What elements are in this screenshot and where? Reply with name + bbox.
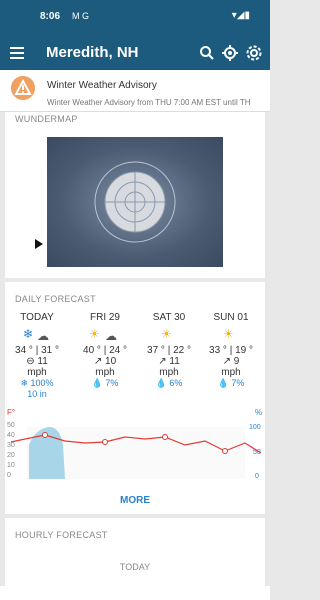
wind-speed: ↗ 9 [222,356,240,367]
hourly-today-label: TODAY [119,562,151,572]
alert-title: Winter Weather Advisory [47,80,157,91]
hourly-forecast-title: HOURLY FORECAST [15,530,108,540]
temp-tick: 50 [7,422,15,429]
warning-icon [11,76,35,100]
system-status-icons: ▾◢▮ [231,10,250,21]
day-temp: 33 ° | 19 ° [209,345,253,356]
wundermap-title: WUNDERMAP [15,114,78,124]
forecast-day-fri[interactable]: FRI 29 ☀ ☁ 40 ° | 24 ° ↗ 10 mph 💧 7% [75,312,135,389]
precip-percent: 💧 7% [217,378,245,388]
wundermap-card: WUNDERMAP [5,112,265,278]
precip-percent: 💧 6% [155,378,183,388]
precip-tick: 50 [253,449,261,456]
precip-percent: 💧 7% [91,378,119,388]
precip-tick: 0 [255,473,259,480]
wind-speed: ↗ 10 [93,356,117,367]
play-icon[interactable] [35,239,43,249]
radar-map-image[interactable] [47,137,223,267]
day-label: SAT 30 [152,312,186,323]
forecast-day-sun[interactable]: SUN 01 ☀ 33 ° | 19 ° ↗ 9 mph 💧 7% [201,312,261,389]
sunny-icon: ☀ [161,327,172,341]
day-temp: 34 ° | 31 ° [15,345,59,356]
precip-percent: ❄ 100% [20,378,54,388]
temp-point [222,448,228,454]
partly-cloudy-icon: ☀ [223,327,234,341]
alert-subtitle: Winter Weather Advisory from THU 7:00 AM… [47,98,251,107]
temp-tick: 20 [7,452,15,459]
day-temp: 37 ° | 22 ° [147,345,191,356]
temp-point [162,434,168,440]
temp-tick: 40 [7,432,15,439]
snow-icon: ❄ ☁ [23,327,49,343]
menu-icon[interactable] [10,47,24,59]
temp-tick: 10 [7,462,15,469]
temperature-precip-chart[interactable]: F° % 50 40 30 20 10 0 100 50 0 [5,407,265,482]
radar-globe-icon [94,161,176,243]
wind-unit: mph [95,367,115,378]
app-bar: Meredith, NH [0,36,270,70]
location-icon[interactable] [221,44,239,62]
temp-tick: 0 [7,472,11,479]
temp-point [42,432,48,438]
precip-tick: 100 [249,424,261,431]
search-icon[interactable] [198,44,216,62]
day-label: TODAY [20,312,54,323]
status-time: 8:06 [40,11,61,22]
weather-alert-banner[interactable]: Winter Weather Advisory Winter Weather A… [0,70,270,112]
wind-unit: mph [221,367,241,378]
hourly-forecast-card: HOURLY FORECAST TODAY [5,518,265,586]
forecast-day-today[interactable]: TODAY ❄ ☁ 34 ° | 31 ° ⊖ 11 mph ❄ 100% 10… [7,312,67,399]
forecast-day-sat[interactable]: SAT 30 ☀ 37 ° | 22 ° ↗ 11 mph 💧 6% [139,312,199,389]
temp-axis-unit: F° [7,408,15,417]
temp-tick: 30 [7,442,15,449]
navigation-bar [0,586,270,600]
notification-icons: M G [72,11,89,21]
day-label: SUN 01 [213,312,249,323]
wind-speed: ↗ 11 [158,356,180,367]
daily-forecast-title: DAILY FORECAST [15,294,96,304]
status-bar: 8:06 M G ▾◢▮ [0,0,270,36]
wind-unit: mph [159,367,179,378]
wind-unit: mph [27,367,47,378]
day-temp: 40 ° | 24 ° [83,345,127,356]
more-button[interactable]: MORE [5,495,265,506]
wind-speed: ⊖ 11 [26,356,48,367]
day-label: FRI 29 [89,312,120,323]
daily-forecast-card: DAILY FORECAST TODAY ❄ ☁ 34 ° | 31 ° ⊖ 1… [5,282,265,514]
location-title[interactable]: Meredith, NH [46,44,139,61]
settings-icon[interactable] [245,44,263,62]
temp-point [102,439,108,445]
snow-amount: 10 in [27,389,47,399]
precip-axis-unit: % [255,408,262,417]
partly-cloudy-icon: ☀ ☁ [89,327,117,343]
